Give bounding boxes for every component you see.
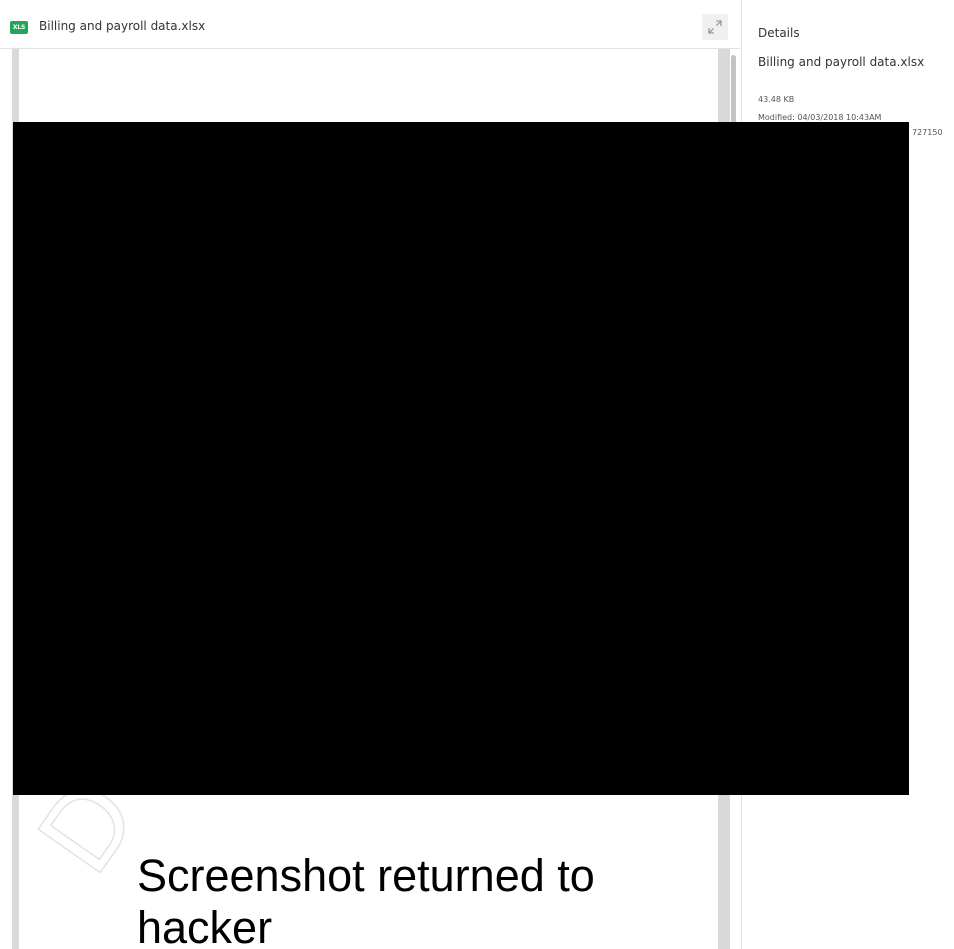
overlay-caption: Screenshot returned to hacker: [137, 850, 595, 949]
details-modified-date: Modified: 04/03/2018 10:43AM: [758, 113, 882, 122]
redaction-block: [13, 122, 909, 795]
expand-button[interactable]: [702, 14, 728, 40]
expand-arrows-icon: [708, 20, 722, 34]
details-file-name: Billing and payroll data.xlsx: [758, 55, 925, 69]
preview-scrollbar[interactable]: [731, 55, 736, 125]
details-file-size: 43.48 KB: [758, 95, 795, 104]
file-title: Billing and payroll data.xlsx: [39, 19, 206, 33]
xls-file-icon: XLS: [10, 21, 28, 34]
preview-header: XLS Billing and payroll data.xlsx: [0, 0, 740, 49]
details-heading: Details: [758, 26, 800, 40]
file-preview-window: XLS Billing and payroll data.xlsx D.HACK…: [0, 0, 954, 949]
details-file-id: 727150: [912, 128, 943, 137]
